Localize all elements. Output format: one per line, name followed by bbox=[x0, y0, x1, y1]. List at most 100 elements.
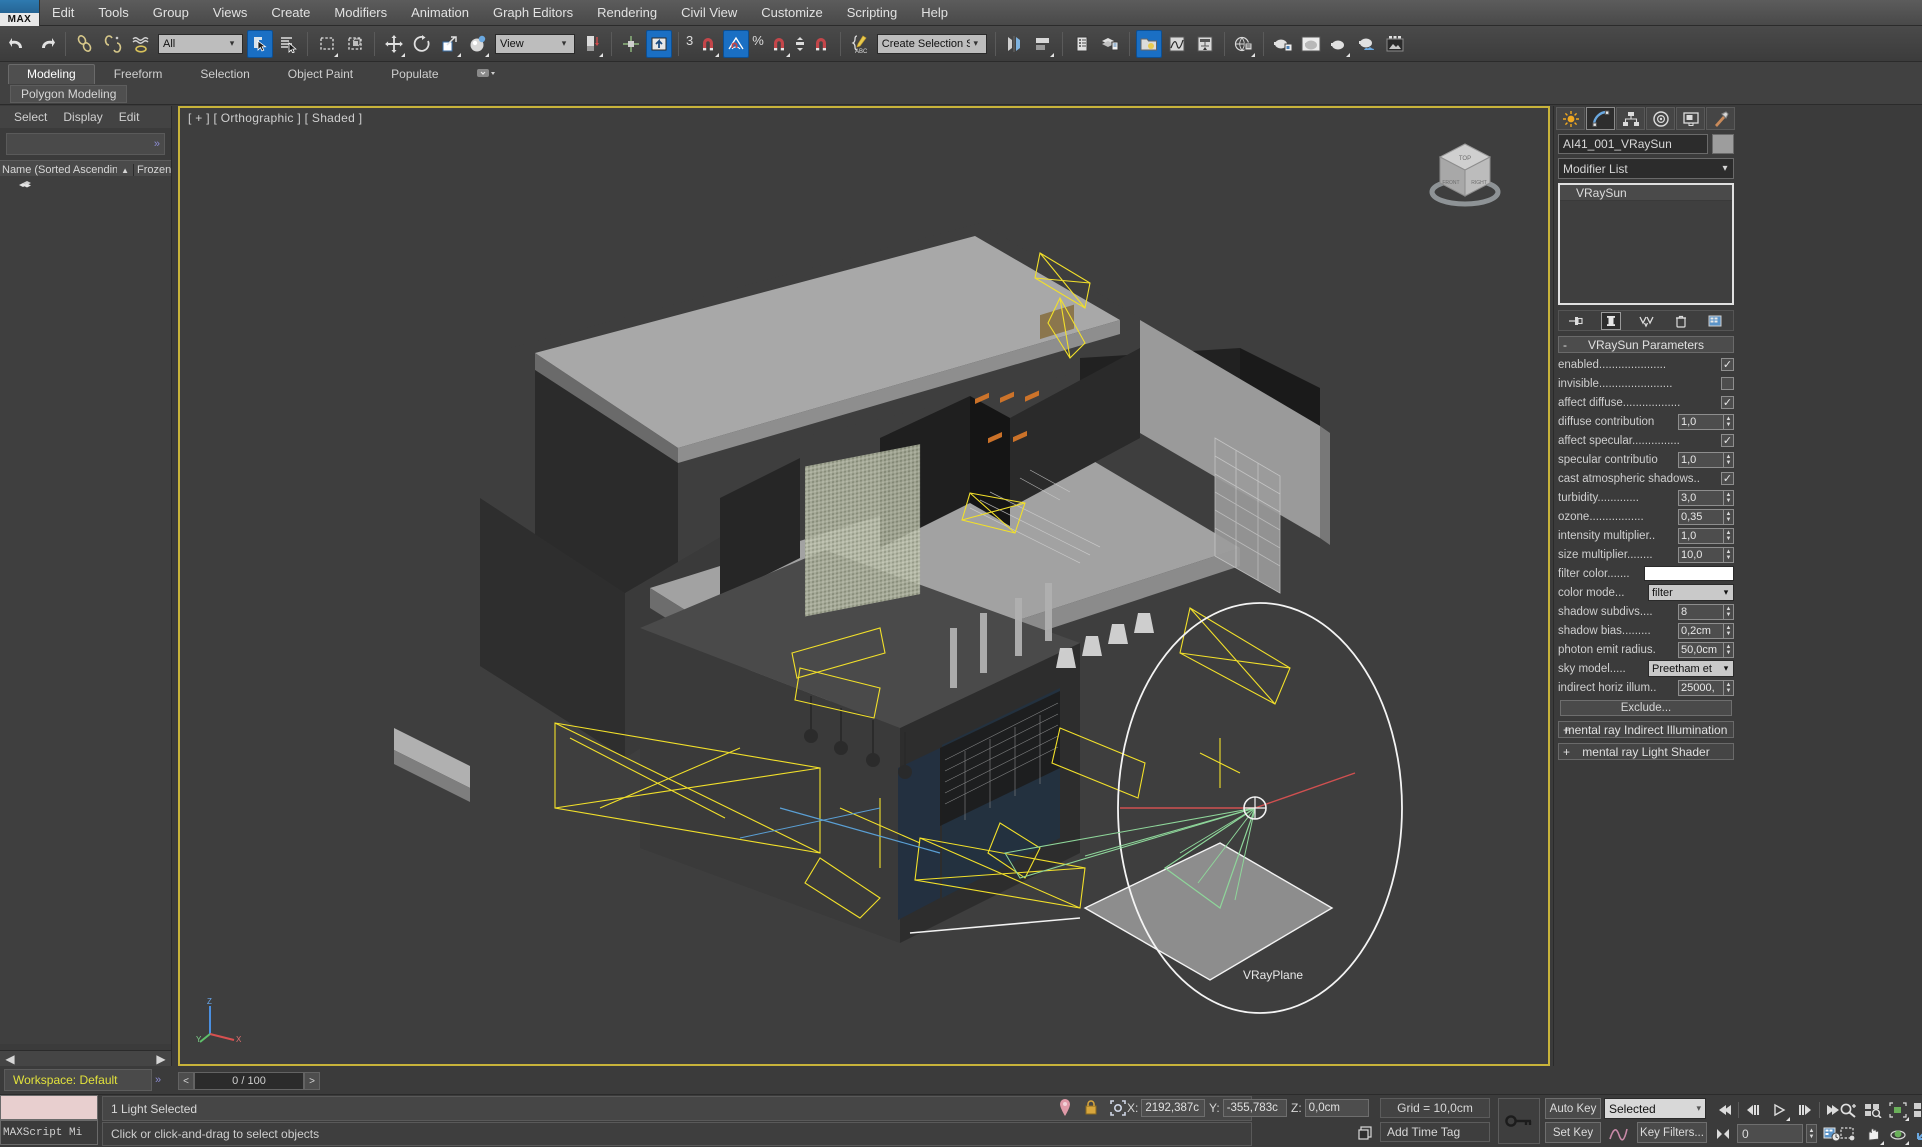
display-tab[interactable] bbox=[1676, 107, 1705, 130]
affect-specular-checkbox[interactable]: ✓ bbox=[1721, 434, 1734, 447]
time-slider-frame-display[interactable]: 0 / 100 bbox=[194, 1072, 304, 1090]
undo-button[interactable] bbox=[5, 30, 31, 58]
ribbon-overflow-icon[interactable] bbox=[458, 64, 514, 84]
redo-button[interactable] bbox=[33, 30, 59, 58]
scene-explorer-menu-display[interactable]: Display bbox=[63, 110, 102, 124]
shadow-bias-spinner[interactable]: ▲ ▼ bbox=[1724, 622, 1734, 639]
edit-named-selection-sets-button[interactable]: ABC bbox=[847, 30, 873, 58]
diffuse-contribution-spinner[interactable]: ▲ ▼ bbox=[1724, 413, 1734, 430]
diffuse-contribution-input[interactable]: 1,0 bbox=[1678, 413, 1724, 430]
key-mode-toggle-button[interactable] bbox=[1712, 1122, 1734, 1145]
current-frame-input[interactable]: 0 bbox=[1737, 1124, 1803, 1143]
view-cube[interactable]: TOP FRONT RIGHT bbox=[1420, 130, 1510, 220]
menu-item-group[interactable]: Group bbox=[141, 0, 201, 26]
menu-item-views[interactable]: Views bbox=[201, 0, 259, 26]
set-key-filters-curve-button[interactable] bbox=[1604, 1122, 1634, 1143]
time-slider-prev-button[interactable]: < bbox=[178, 1072, 194, 1090]
field-of-view-button[interactable] bbox=[1836, 1122, 1860, 1145]
select-and-rotate-button[interactable] bbox=[409, 30, 435, 58]
motion-tab[interactable] bbox=[1646, 107, 1675, 130]
specular-contribution-spinner[interactable]: ▲ ▼ bbox=[1724, 451, 1734, 468]
turbidity-spinner[interactable]: ▲ ▼ bbox=[1724, 489, 1734, 506]
key-mode-combo[interactable]: Selected ▾ bbox=[1604, 1098, 1706, 1119]
coordinate-x-input[interactable]: 2192,387c bbox=[1141, 1099, 1206, 1117]
ozone-input[interactable]: 0,35 bbox=[1678, 508, 1724, 525]
open-rendered-frame-window-button[interactable] bbox=[1382, 30, 1408, 58]
spinner-snap-toggle-button[interactable] bbox=[808, 30, 834, 58]
exclude-button[interactable]: Exclude... bbox=[1560, 700, 1732, 716]
column-header-name[interactable]: Name (Sorted Ascending) bbox=[0, 164, 117, 176]
selection-lock-toggle-icon[interactable] bbox=[1109, 1099, 1127, 1117]
indirect-horiz-illum-spinner[interactable]: ▲ ▼ bbox=[1724, 679, 1734, 696]
mirror-button[interactable] bbox=[646, 29, 672, 58]
menu-item-help[interactable]: Help bbox=[909, 0, 960, 26]
shadow-subdivs-spinner[interactable]: ▲ ▼ bbox=[1724, 603, 1734, 620]
maxscript-mini-listener-label[interactable]: MAXScript Mi bbox=[0, 1120, 98, 1145]
remove-modifier-button[interactable] bbox=[1671, 312, 1691, 330]
rollout-header-mental-ray-light-shader[interactable]: + mental ray Light Shader bbox=[1558, 743, 1734, 760]
indirect-horiz-illum-input[interactable]: 25000, bbox=[1678, 679, 1724, 696]
cast-atmospheric-shadows-checkbox[interactable]: ✓ bbox=[1721, 472, 1734, 485]
pan-view-button[interactable] bbox=[1861, 1122, 1885, 1145]
object-color-swatch[interactable] bbox=[1712, 134, 1734, 154]
scene-explorer-horizontal-scrollbar[interactable]: ◀ ▶ bbox=[0, 1050, 171, 1066]
shadow-subdivs-input[interactable]: 8 bbox=[1678, 603, 1724, 620]
shadow-bias-input[interactable]: 0,2cm bbox=[1678, 622, 1724, 639]
affect-diffuse-checkbox[interactable]: ✓ bbox=[1721, 396, 1734, 409]
angle-snap-toggle-button[interactable] bbox=[723, 29, 750, 58]
color-mode-combo[interactable]: filter ▾ bbox=[1648, 584, 1734, 601]
render-frame-window-button[interactable] bbox=[1298, 30, 1324, 58]
modifier-stack-item-vraysun[interactable]: VRaySun bbox=[1560, 185, 1732, 201]
zoom-extents-button[interactable] bbox=[1886, 1098, 1910, 1121]
viewport[interactable]: [ + ] [ Orthographic ] [ Shaded ] TOP FR… bbox=[178, 106, 1550, 1066]
zoom-button[interactable] bbox=[1836, 1098, 1860, 1121]
app-logo[interactable]: MAX bbox=[0, 0, 40, 26]
ozone-spinner[interactable]: ▲ ▼ bbox=[1724, 508, 1734, 525]
object-name-input[interactable]: AI41_001_VRaySun bbox=[1558, 134, 1708, 154]
maxscript-listener-pink-field[interactable] bbox=[0, 1095, 98, 1120]
menu-item-rendering[interactable]: Rendering bbox=[585, 0, 669, 26]
invisible-checkbox[interactable] bbox=[1721, 377, 1734, 390]
selection-filter-combo[interactable]: All ▾ bbox=[158, 33, 243, 54]
align-button[interactable] bbox=[1030, 30, 1056, 58]
utilities-tab[interactable] bbox=[1706, 107, 1735, 130]
menu-item-civil-view[interactable]: Civil View bbox=[669, 0, 749, 26]
snaps-toggle-button[interactable] bbox=[695, 30, 721, 58]
ribbon-tab-selection[interactable]: Selection bbox=[181, 64, 268, 84]
use-pivot-point-center-button[interactable] bbox=[579, 30, 605, 58]
go-to-start-button[interactable] bbox=[1712, 1098, 1736, 1121]
use-selection-center-button[interactable] bbox=[618, 30, 644, 58]
reference-coordinate-system-combo[interactable]: View ▾ bbox=[495, 33, 575, 54]
rendered-frame-window-button[interactable] bbox=[1326, 30, 1352, 58]
adaptive-degradation-icon[interactable] bbox=[1355, 1123, 1375, 1143]
specular-contribution-input[interactable]: 1,0 bbox=[1678, 451, 1724, 468]
bind-to-space-warp-button[interactable] bbox=[128, 30, 154, 58]
modify-tab[interactable] bbox=[1586, 107, 1615, 130]
configure-modifier-sets-button[interactable] bbox=[1706, 312, 1726, 330]
previous-frame-button[interactable] bbox=[1741, 1098, 1765, 1121]
workspace-label[interactable]: Workspace: Default bbox=[4, 1069, 152, 1091]
select-object-button[interactable] bbox=[247, 29, 273, 58]
select-and-move-button[interactable] bbox=[381, 30, 407, 58]
time-slider-next-button[interactable]: > bbox=[304, 1072, 320, 1090]
add-time-tag-button[interactable]: Add Time Tag bbox=[1380, 1122, 1490, 1142]
size-multiplier-spinner[interactable]: ▲ ▼ bbox=[1724, 546, 1734, 563]
zoom-all-button[interactable] bbox=[1861, 1098, 1885, 1121]
menu-item-customize[interactable]: Customize bbox=[749, 0, 834, 26]
rectangular-selection-region-button[interactable] bbox=[314, 30, 340, 58]
play-animation-button[interactable] bbox=[1767, 1098, 1791, 1121]
percent-snap-toggle-button[interactable] bbox=[766, 30, 792, 58]
menu-item-create[interactable]: Create bbox=[259, 0, 322, 26]
viewport-3d-scene[interactable] bbox=[180, 108, 1548, 1064]
curve-editor-button[interactable] bbox=[1164, 30, 1190, 58]
size-multiplier-input[interactable]: 10,0 bbox=[1678, 546, 1724, 563]
show-end-result-button[interactable] bbox=[1601, 311, 1622, 330]
auto-key-button[interactable]: Auto Key bbox=[1545, 1098, 1601, 1119]
maxscript-mini-listener[interactable]: MAXScript Mi bbox=[0, 1095, 98, 1147]
ribbon-tab-modeling[interactable]: Modeling bbox=[8, 64, 95, 84]
select-and-scale-button[interactable] bbox=[437, 30, 463, 58]
set-key-button[interactable]: Set Key bbox=[1545, 1122, 1601, 1143]
menu-item-animation[interactable]: Animation bbox=[399, 0, 481, 26]
pin-stack-button[interactable] bbox=[1566, 312, 1586, 330]
coordinate-z-input[interactable]: 0,0cm bbox=[1304, 1099, 1369, 1117]
